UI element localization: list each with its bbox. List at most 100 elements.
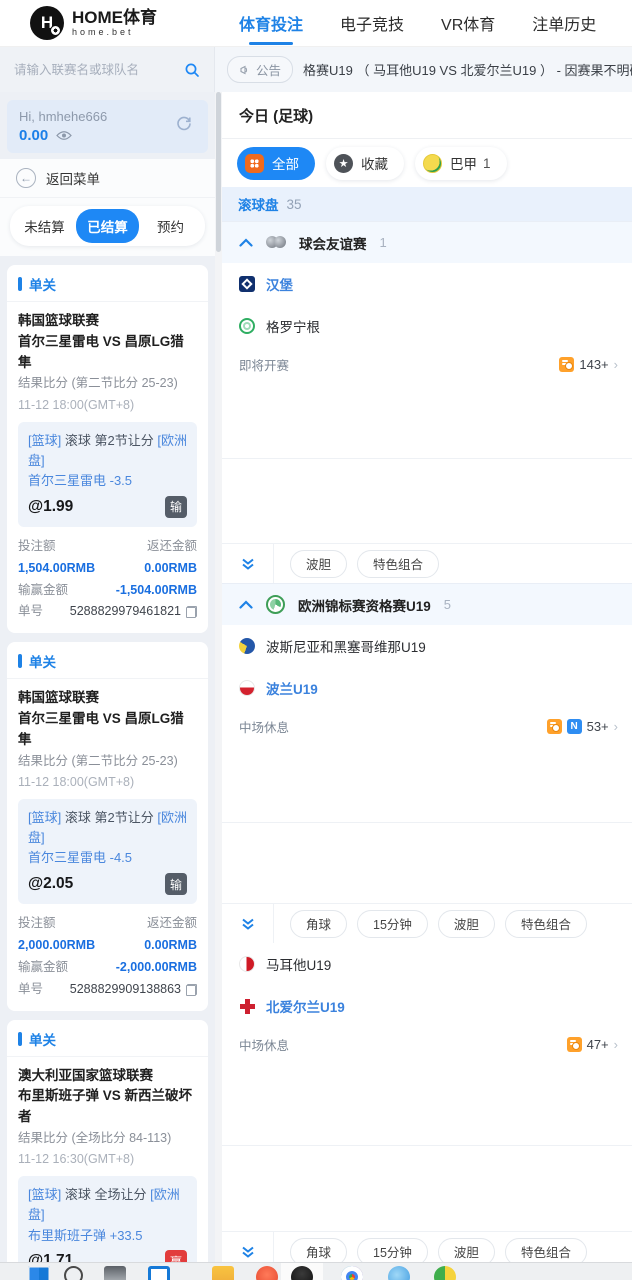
filter-count: 1 — [483, 155, 491, 171]
team-name: 汉堡 — [266, 278, 293, 293]
match-status-row: 即将开赛 143+ › — [222, 347, 632, 381]
match-status: 中场休息 — [239, 720, 290, 735]
accent-bar — [18, 1031, 22, 1046]
league-count: 5 — [443, 597, 451, 612]
bet-card[interactable]: 单关 韩国篮球联赛 首尔三星雷电 VS 昌原LG猎隼 结果比分 (第二节比分 2… — [7, 642, 208, 1011]
more-markets-count: 47+ — [586, 1036, 609, 1052]
taskbar-search-icon[interactable] — [64, 1266, 83, 1280]
team-row-home[interactable]: 波斯尼亚和黑塞哥维那U19 — [222, 625, 632, 667]
market-name: 滚球 第2节让分 — [64, 809, 154, 825]
bet-history-sidebar: Hi, hmhehe666 0.00 ← 返回菜单 未结算 已结算 预约 单关 … — [0, 92, 215, 1280]
back-to-menu[interactable]: ← 返回菜单 — [0, 159, 215, 198]
more-markets-count: 53+ — [586, 718, 609, 734]
copy-icon[interactable] — [186, 606, 197, 619]
team-row-home[interactable]: 汉堡 — [222, 263, 632, 305]
match-list-panel: 今日 (足球) 全部 ★ 收藏 巴甲 1 滚球盘 35 球会友谊赛 1 汉堡 格… — [222, 92, 632, 1280]
market-type-count: 35 — [286, 196, 302, 212]
ticket-label: 单号 — [18, 604, 44, 619]
match-footer-row: 波胆 特色组合 — [222, 543, 632, 583]
filter-favorites[interactable]: ★ 收藏 — [326, 146, 404, 180]
team-row-away[interactable]: 北爱尔兰U19 — [222, 985, 632, 1027]
odds-area — [222, 1146, 632, 1231]
nav-item-history[interactable]: 注单历史 — [532, 0, 596, 47]
market-pill[interactable]: 特色组合 — [357, 549, 440, 578]
search-icon[interactable] — [184, 62, 200, 78]
double-chevron-down-icon — [241, 1246, 254, 1258]
bet-result-score: 结果比分 (第二节比分 25-23) — [18, 753, 178, 768]
team-row-away[interactable]: 格罗宁根 — [222, 305, 632, 347]
search-input[interactable] — [14, 62, 176, 77]
back-arrow-icon: ← — [16, 168, 36, 188]
nav-item-esports[interactable]: 电子竞技 — [340, 0, 404, 47]
windows-start-icon[interactable] — [28, 1266, 50, 1280]
tab-unsettled[interactable]: 未结算 — [13, 209, 76, 243]
announcement-badge: 公告 — [227, 56, 294, 83]
brand-logo[interactable]: H HOME体育 home.bet — [0, 6, 215, 40]
markets-icon — [546, 718, 562, 734]
copy-icon[interactable] — [186, 983, 197, 996]
bet-card[interactable]: 单关 澳大利亚国家篮球联赛 布里斯班子弹 VS 新西兰破坏者 结果比分 (全场比… — [7, 1019, 208, 1280]
bet-time: 11-12 18:00(GMT+8) — [18, 397, 135, 412]
chrome-icon[interactable] — [341, 1266, 363, 1280]
stake-value: 2,000.00RMB — [18, 937, 96, 952]
bet-odds: @2.05 — [28, 875, 74, 893]
market-pill[interactable]: 波胆 — [437, 909, 495, 938]
more-markets[interactable]: 47+ › — [566, 1036, 618, 1052]
tab-reserved[interactable]: 预约 — [139, 209, 202, 243]
expand-markets-toggle[interactable] — [222, 904, 274, 943]
filter-all[interactable]: 全部 — [237, 146, 315, 180]
market-pill[interactable]: 角球 — [290, 909, 348, 938]
bet-card[interactable]: 单关 韩国篮球联赛 首尔三星雷电 VS 昌原LG猎隼 结果比分 (第二节比分 2… — [7, 265, 208, 634]
team-badge-nireland-icon — [239, 998, 255, 1014]
market-pill[interactable]: 15分钟 — [357, 909, 428, 938]
league-section-header[interactable]: 球会友谊赛 1 — [222, 221, 632, 263]
return-value: 0.00RMB — [144, 560, 197, 575]
cloud-app-icon[interactable] — [388, 1266, 410, 1280]
team-row-away[interactable]: 波兰U19 — [222, 667, 632, 709]
team-name: 格罗宁根 — [266, 320, 320, 335]
team-row-home[interactable]: 马耳他U19 — [222, 943, 632, 985]
more-markets-count: 143+ — [579, 356, 609, 372]
sidebar-scrollbar[interactable] — [215, 92, 222, 1280]
bet-type: 单关 — [29, 655, 56, 671]
file-explorer-icon[interactable] — [148, 1266, 170, 1280]
bet-league: 韩国篮球联赛 — [18, 690, 99, 706]
announcement-badge-label: 公告 — [256, 64, 282, 78]
chevron-right-icon: › — [613, 1036, 618, 1052]
accent-bar — [18, 654, 22, 669]
bet-result-score: 结果比分 (全场比分 84-113) — [18, 1130, 172, 1145]
megaphone-icon — [240, 65, 248, 74]
refresh-icon[interactable] — [174, 114, 194, 134]
market-type-header[interactable]: 滚球盘 35 — [222, 187, 632, 221]
eye-icon[interactable] — [56, 130, 73, 141]
star-icon: ★ — [334, 153, 353, 173]
nav-item-vr[interactable]: VR体育 — [441, 0, 495, 47]
winloss-label: 输赢金额 — [18, 959, 69, 974]
app-icon-red[interactable] — [256, 1266, 278, 1280]
league-section-header[interactable]: 欧洲锦标赛资格赛U19 5 — [222, 583, 632, 625]
task-view-icon[interactable] — [104, 1266, 126, 1280]
scrollbar-thumb[interactable] — [216, 92, 221, 252]
folder-icon[interactable] — [212, 1266, 234, 1280]
tab-settled[interactable]: 已结算 — [76, 209, 139, 243]
return-value: 0.00RMB — [144, 937, 197, 952]
expand-markets-toggle[interactable] — [222, 544, 274, 583]
market-pill[interactable]: 特色组合 — [504, 909, 587, 938]
more-markets[interactable]: 143+ › — [559, 356, 618, 372]
map-app-icon[interactable] — [434, 1266, 456, 1280]
filter-label: 收藏 — [361, 157, 388, 172]
team-badge-malta-icon — [239, 956, 255, 972]
market-pill[interactable]: 波胆 — [290, 549, 348, 578]
announcement-text: 格赛U19 （ 马耳他U19 VS 北爱尔兰U19 ） - 因赛果不明确，赛果将 — [303, 63, 632, 78]
ticket-label: 单号 — [18, 981, 44, 996]
league-count: 1 — [379, 235, 387, 250]
more-markets[interactable]: N 53+ › — [546, 718, 618, 734]
brand-title: HOME体育 — [72, 7, 157, 27]
filter-league-bra[interactable]: 巴甲 1 — [415, 146, 507, 180]
neutral-ground-icon: N — [566, 718, 582, 734]
chevron-right-icon: › — [613, 356, 618, 372]
outcome-badge: 输 — [165, 495, 187, 518]
nav-item-sports[interactable]: 体育投注 — [239, 0, 303, 47]
bet-detail-box: [篮球] 滚球 第2节让分 [欧洲盘] 首尔三星雷电 -3.5 @1.99 输 — [18, 421, 197, 527]
team-badge-groningen-icon — [239, 318, 255, 334]
